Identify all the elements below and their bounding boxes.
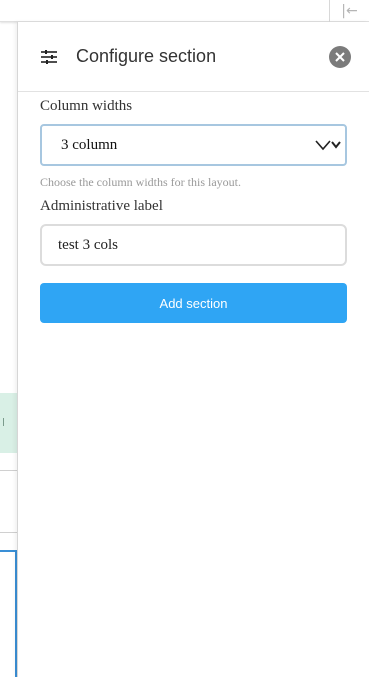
selected-block-outline — [0, 550, 18, 677]
admin-label-input[interactable]: test 3 cols — [40, 224, 347, 266]
add-section-button[interactable]: Add section — [40, 283, 347, 323]
divider — [0, 532, 18, 533]
panel-header: Configure section — [18, 22, 369, 92]
divider — [0, 470, 18, 471]
column-widths-select[interactable]: 3 column — [40, 124, 347, 166]
column-widths-description: Choose the column widths for this layout… — [40, 175, 241, 189]
region-marker — [0, 418, 4, 426]
configure-section-form: Column widths 3 column Choose the column… — [18, 92, 369, 323]
collapse-panel-icon[interactable]: |← — [329, 0, 369, 22]
close-button[interactable] — [329, 46, 351, 68]
panel-title: Configure section — [76, 46, 217, 66]
close-icon — [335, 52, 345, 62]
sliders-icon — [41, 49, 57, 64]
page-toolbar: |← — [0, 0, 369, 22]
column-widths-value[interactable]: 3 column — [40, 124, 347, 166]
admin-label-label: Administrative label — [40, 198, 163, 214]
chevron-down-icon — [315, 140, 341, 151]
configure-section-panel: Configure section Column widths 3 column… — [17, 22, 369, 677]
column-widths-label: Column widths — [40, 98, 133, 114]
